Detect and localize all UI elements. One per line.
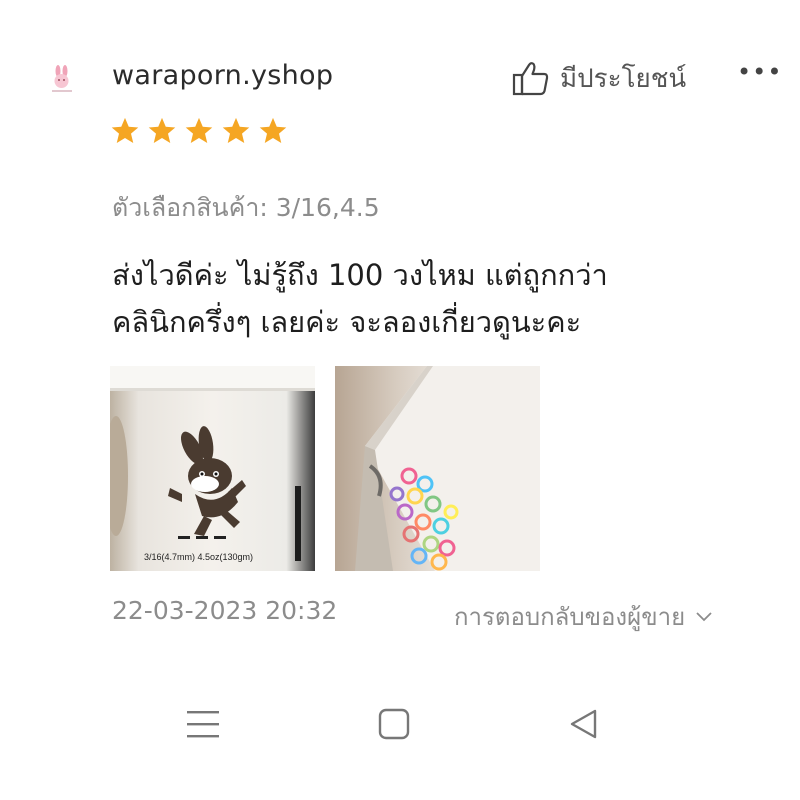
- helpful-label: มีประโยชน์: [560, 64, 687, 94]
- review-photo[interactable]: 3/16(4.7mm) 4.5oz(130gm): [110, 366, 315, 571]
- review-text: ส่งไวดีค่ะ ไม่รู้ถึง 100 วงไหม แต่ถูกกว่…: [112, 252, 752, 346]
- more-options-button[interactable]: •••: [737, 58, 782, 86]
- menu-icon: [187, 711, 219, 738]
- review-photo[interactable]: [335, 366, 540, 571]
- star-icon: [222, 117, 250, 143]
- username[interactable]: waraporn.yshop: [112, 60, 333, 91]
- rubber-bands-bag-illustration: [355, 366, 540, 571]
- running-rabbit-illustration: [110, 366, 315, 561]
- star-icon: [148, 117, 176, 143]
- back-button[interactable]: [564, 704, 604, 744]
- rabbit-logo-icon: [52, 65, 72, 92]
- chevron-down-icon: [696, 611, 712, 621]
- review-text-line: คลินิกครึ่งๆ เลยค่ะ จะลองเกี่ยวดูนะคะ: [112, 305, 582, 339]
- avatar[interactable]: [44, 62, 80, 98]
- star-icon: [259, 117, 287, 143]
- photo-caption: 3/16(4.7mm) 4.5oz(130gm): [144, 552, 254, 562]
- menu-button[interactable]: [183, 704, 223, 744]
- home-button[interactable]: [374, 704, 414, 744]
- star-rating: [110, 116, 288, 146]
- helpful-button[interactable]: มีประโยชน์: [512, 58, 686, 99]
- system-navigation-bar: [0, 690, 800, 760]
- product-variation: ตัวเลือกสินค้า: 3/16,4.5: [112, 193, 380, 222]
- thumbs-up-icon: [512, 61, 549, 95]
- star-icon: [111, 117, 139, 143]
- seller-reply-toggle[interactable]: การตอบกลับของผู้ขาย: [454, 597, 713, 636]
- seller-reply-label: การตอบกลับของผู้ขาย: [454, 603, 686, 631]
- back-triangle-icon: [570, 709, 597, 739]
- home-square-icon: [378, 708, 410, 740]
- star-icon: [185, 117, 213, 143]
- review-timestamp: 22-03-2023 20:32: [112, 596, 338, 625]
- review-text-line: ส่งไวดีค่ะ ไม่รู้ถึง 100 วงไหม แต่ถูกกว่…: [112, 258, 608, 292]
